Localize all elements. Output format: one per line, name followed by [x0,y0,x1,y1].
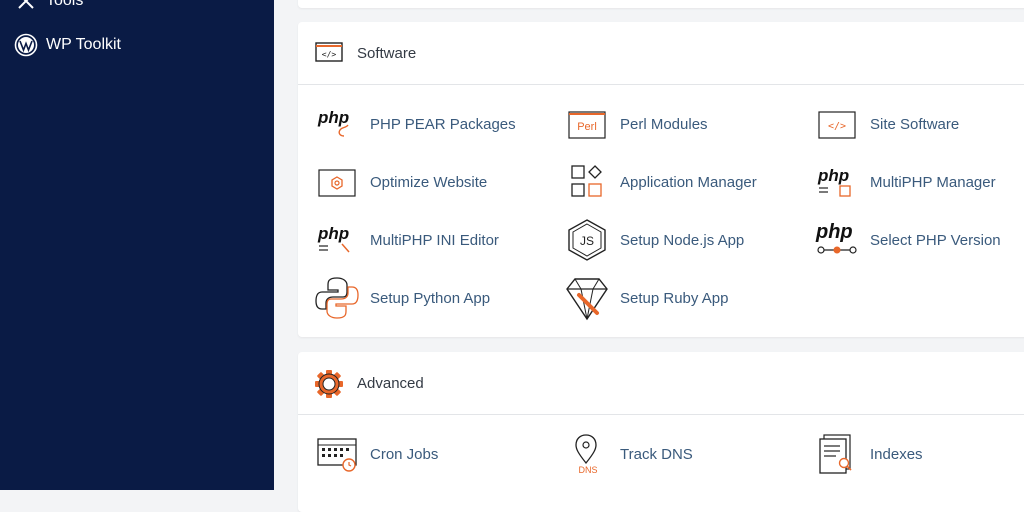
gear-icon [314,369,344,398]
tool-label: Perl Modules [620,115,708,133]
php-version-icon: php [814,217,860,263]
track-dns-icon: DNS [564,431,610,477]
software-title: Software [357,44,417,62]
perl-icon: Perl [564,101,610,147]
tool-label: Cron Jobs [370,445,439,463]
advanced-section: Advanced Cron Jobs DNS Track DNS Indexes [298,352,1024,512]
software-section-icon: </> [314,39,344,67]
tool-multiphp-ini-editor[interactable]: php MultiPHP INI Editor [314,217,499,263]
tool-label: Setup Python App [370,289,491,307]
tool-label: MultiPHP Manager [870,173,996,191]
tool-setup-python-app[interactable]: Setup Python App [314,275,490,321]
tool-select-php-version[interactable]: php Select PHP Version [814,217,1001,263]
wordpress-icon [14,33,38,57]
svg-text:php: php [817,166,849,185]
sidebar-item-label: WP Toolkit [46,36,121,53]
main-content: </> Software php PHP PEAR Packages Perl [274,0,1024,512]
sidebar-item-tools[interactable]: Tools [14,0,83,16]
tool-multiphp-manager[interactable]: php MultiPHP Manager [814,159,996,205]
tool-label: PHP PEAR Packages [370,115,516,133]
php-pear-icon: php [314,101,360,147]
tool-track-dns[interactable]: DNS Track DNS [564,431,693,477]
indexes-icon [814,431,860,477]
tool-label: Setup Node.js App [620,231,745,249]
tool-label: Application Manager [620,173,757,191]
tool-label: Select PHP Version [870,231,1001,249]
tool-application-manager[interactable]: Application Manager [564,159,757,205]
tool-label: Setup Ruby App [620,289,729,307]
svg-text:</>: </> [322,50,337,59]
cron-icon [314,431,360,477]
app-manager-icon [564,159,610,205]
tool-label: Track DNS [620,445,693,463]
tool-site-software[interactable]: </> Site Software [814,101,959,147]
tool-cron-jobs[interactable]: Cron Jobs [314,431,438,477]
tool-setup-nodejs-app[interactable]: JS Setup Node.js App [564,217,744,263]
tool-setup-ruby-app[interactable]: Setup Ruby App [564,275,728,321]
svg-text:php: php [815,221,853,243]
tool-label: Optimize Website [370,173,488,191]
tool-optimize-website[interactable]: Optimize Website [314,159,487,205]
tool-label: Indexes [870,445,923,463]
advanced-title: Advanced [357,374,424,392]
svg-text:JS: JS [580,234,594,248]
svg-text:php: php [317,224,349,243]
tool-label: MultiPHP INI Editor [370,231,499,249]
tool-indexes[interactable]: Indexes [814,431,923,477]
software-header[interactable]: </> Software [298,22,1024,85]
tool-php-pear-packages[interactable]: php PHP PEAR Packages [314,101,516,147]
svg-text:DNS: DNS [578,465,597,475]
svg-text:php: php [317,108,349,127]
multiphp-ini-icon: php [314,217,360,263]
ruby-icon [564,275,610,321]
software-section: </> Software php PHP PEAR Packages Perl [298,22,1024,337]
svg-text:Perl: Perl [577,121,597,133]
previous-section-card [298,0,1024,8]
python-icon [314,275,360,321]
nodejs-icon: JS [564,217,610,263]
sidebar-item-wp-toolkit[interactable]: WP Toolkit [14,30,121,60]
sidebar-item-label: Tools [46,0,84,9]
sidebar: Tools WP Toolkit [0,0,274,490]
optimize-icon [314,159,360,205]
tool-perl-modules[interactable]: Perl Perl Modules [564,101,708,147]
svg-text:</>: </> [828,121,846,132]
advanced-header[interactable]: Advanced [298,352,1024,415]
multiphp-manager-icon: php [814,159,860,205]
code-window-icon: </> [814,101,860,147]
tool-label: Site Software [870,115,960,133]
tools-icon [14,0,38,13]
